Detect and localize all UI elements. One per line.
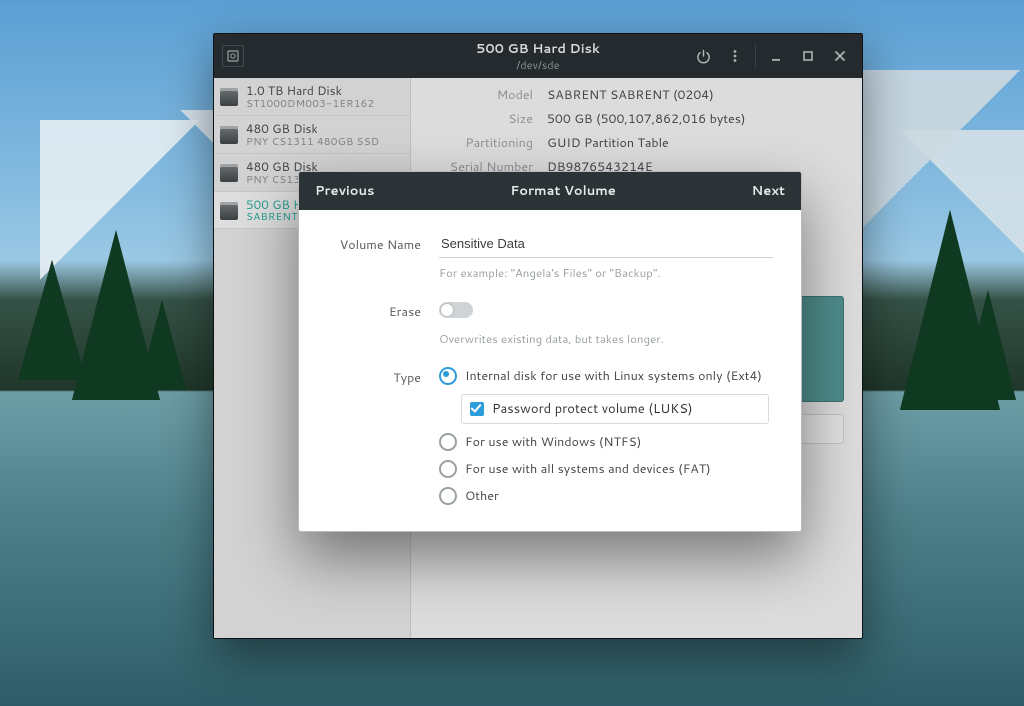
checkbox-icon <box>470 402 484 416</box>
volume-name-hint: For example: "Angela's Files" or "Backup… <box>439 264 769 281</box>
detail-value-model: SABRENT SABRENT (0204) <box>547 86 844 104</box>
hdd-icon <box>220 88 238 106</box>
type-option-ntfs[interactable]: For use with Windows (NTFS) <box>439 433 769 451</box>
radio-icon <box>439 367 457 385</box>
desktop-wallpaper: 500 GB Hard Disk /dev/sde <box>0 0 1024 706</box>
next-button[interactable]: Next <box>752 182 785 200</box>
volume-name-input[interactable] <box>439 232 773 258</box>
drive-title: 480 GB Disk <box>246 122 379 136</box>
minimize-button[interactable] <box>760 40 792 72</box>
hdd-icon <box>220 164 238 182</box>
detail-label-size: Size <box>411 110 547 128</box>
detail-label-part: Partitioning <box>411 134 547 152</box>
drive-title: 1.0 TB Hard Disk <box>246 84 374 98</box>
maximize-button[interactable] <box>792 40 824 72</box>
close-button[interactable] <box>824 40 856 72</box>
titlebar: 500 GB Hard Disk /dev/sde <box>214 34 862 78</box>
drive-item-0[interactable]: 1.0 TB Hard Disk ST1000DM003-1ER162 <box>214 78 410 116</box>
luks-label: Password protect volume (LUKS) <box>492 400 693 418</box>
radio-icon <box>439 433 457 451</box>
app-icon <box>222 45 244 67</box>
menu-button[interactable] <box>719 40 751 72</box>
hdd-icon <box>220 126 238 144</box>
dialog-title: Format Volume <box>510 182 616 200</box>
type-option-label: For use with all systems and devices (FA… <box>465 460 711 478</box>
type-option-ext4[interactable]: Internal disk for use with Linux systems… <box>439 367 769 385</box>
volume-name-label: Volume Name <box>331 232 421 254</box>
erase-label: Erase <box>331 299 421 321</box>
format-volume-dialog: Previous Format Volume Next Volume Name … <box>298 171 802 532</box>
type-option-fat[interactable]: For use with all systems and devices (FA… <box>439 460 769 478</box>
drive-sub: ST1000DM003-1ER162 <box>246 98 374 110</box>
type-option-label: Other <box>465 487 499 505</box>
power-button[interactable] <box>687 40 719 72</box>
detail-label-model: Model <box>411 86 547 104</box>
previous-button[interactable]: Previous <box>315 182 375 200</box>
type-label: Type <box>331 365 421 387</box>
erase-hint: Overwrites existing data, but takes long… <box>439 330 769 347</box>
erase-switch[interactable] <box>439 302 473 318</box>
dialog-header: Previous Format Volume Next <box>299 172 801 210</box>
detail-value-size: 500 GB (500,107,862,016 bytes) <box>547 110 844 128</box>
drive-item-1[interactable]: 480 GB Disk PNY CS1311 480GB SSD <box>214 116 410 154</box>
hdd-icon <box>220 202 238 220</box>
luks-checkbox-row[interactable]: Password protect volume (LUKS) <box>461 394 769 424</box>
type-option-other[interactable]: Other <box>439 487 769 505</box>
type-option-label: Internal disk for use with Linux systems… <box>465 367 762 385</box>
type-option-label: For use with Windows (NTFS) <box>465 433 641 451</box>
drive-sub: PNY CS1311 480GB SSD <box>246 136 379 148</box>
radio-icon <box>439 460 457 478</box>
radio-icon <box>439 487 457 505</box>
detail-value-part: GUID Partition Table <box>547 134 844 152</box>
